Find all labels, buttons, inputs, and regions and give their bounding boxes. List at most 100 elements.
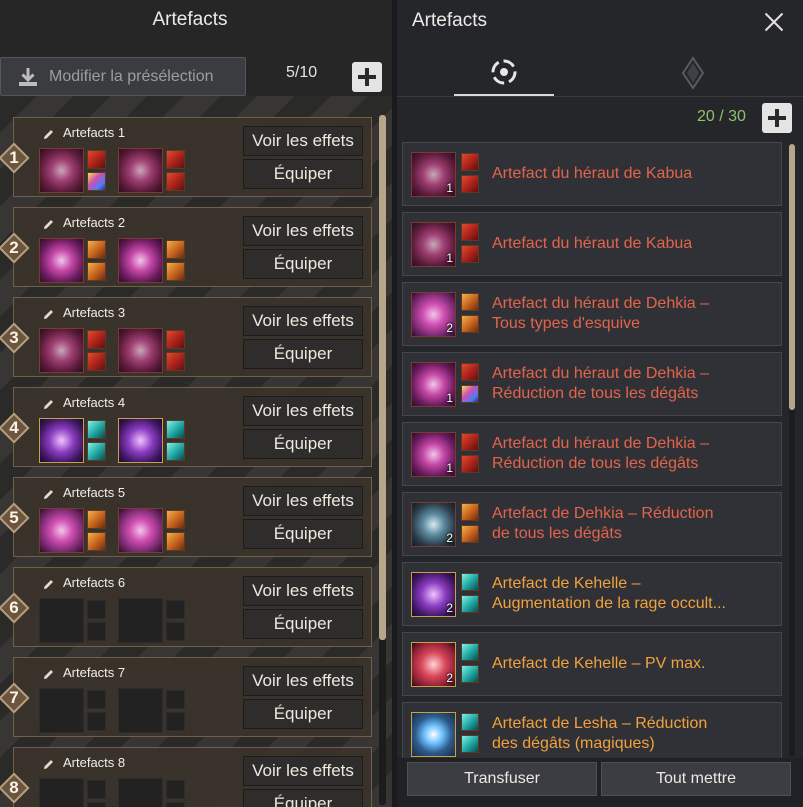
engraving-rainbow-icon[interactable]	[87, 172, 106, 191]
engraving-slot-empty[interactable]	[87, 712, 106, 731]
engraving-slot-empty[interactable]	[166, 690, 185, 709]
artifact-slot-1[interactable]	[39, 238, 84, 283]
equip-button[interactable]: Équiper	[243, 429, 363, 459]
artifact-list-item[interactable]: 1 Artefact du héraut de Dehkia – Réductio…	[402, 422, 782, 486]
view-effects-button[interactable]: Voir les effets	[243, 396, 363, 426]
engraving-teal-icon[interactable]	[166, 420, 185, 439]
engraving-teal-icon[interactable]	[87, 442, 106, 461]
expand-inventory-button[interactable]	[762, 103, 792, 133]
equip-button[interactable]: Équiper	[243, 249, 363, 279]
preset-scrollbar-thumb[interactable]	[379, 115, 386, 640]
preset-row[interactable]: 7 Artefacts 7 Voir les effets Équiper	[0, 657, 372, 737]
artifact-slot-2[interactable]	[118, 508, 163, 553]
engraving-red-icon[interactable]	[87, 352, 106, 371]
pencil-icon[interactable]	[42, 578, 55, 591]
preset-row[interactable]: 6 Artefacts 6 Voir les effets Équiper	[0, 567, 372, 647]
artifact-list-item[interactable]: 2 Artefact de Dehkia – Réduction de tous …	[402, 492, 782, 556]
equip-button[interactable]: Équiper	[243, 519, 363, 549]
preset-row[interactable]: 2 Artefacts 2 Voir les effets Équiper	[0, 207, 372, 287]
artifact-slot-2[interactable]	[118, 598, 163, 643]
equip-button[interactable]: Équiper	[243, 339, 363, 369]
pencil-icon[interactable]	[42, 758, 55, 771]
artifact-slot-1[interactable]	[39, 148, 84, 193]
engraving-orange-icon[interactable]	[166, 262, 185, 281]
artifact-slot-2[interactable]	[118, 778, 163, 807]
equip-button[interactable]: Équiper	[243, 609, 363, 639]
view-effects-button[interactable]: Voir les effets	[243, 126, 363, 156]
view-effects-button[interactable]: Voir les effets	[243, 486, 363, 516]
engraving-orange-icon[interactable]	[166, 240, 185, 259]
engraving-slot-empty[interactable]	[87, 600, 106, 619]
inventory-scrollbar-thumb[interactable]	[789, 144, 795, 410]
view-effects-button[interactable]: Voir les effets	[243, 666, 363, 696]
engraving-orange-icon[interactable]	[166, 510, 185, 529]
artifact-slot-2[interactable]	[118, 328, 163, 373]
pencil-icon[interactable]	[42, 398, 55, 411]
pencil-icon[interactable]	[42, 308, 55, 321]
view-effects-button[interactable]: Voir les effets	[243, 306, 363, 336]
engraving-red-icon[interactable]	[87, 330, 106, 349]
artifact-slot-1[interactable]	[39, 328, 84, 373]
pencil-icon[interactable]	[42, 128, 55, 141]
engraving-slot-empty[interactable]	[166, 802, 185, 807]
pencil-icon[interactable]	[42, 668, 55, 681]
engraving-teal-icon[interactable]	[87, 420, 106, 439]
engraving-teal-icon[interactable]	[166, 442, 185, 461]
equip-button[interactable]: Équiper	[243, 789, 363, 807]
engraving-slot-empty[interactable]	[166, 712, 185, 731]
artifact-list-item[interactable]: 2 Artefact de Kehelle – Augmentation de l…	[402, 562, 782, 626]
tab-diamond[interactable]	[643, 50, 743, 96]
artifact-list-item[interactable]: 2 Artefact du héraut de Dehkia – Tous typ…	[402, 282, 782, 346]
engraving-orange-icon[interactable]	[166, 532, 185, 551]
tab-artifact-ring[interactable]	[454, 50, 554, 96]
artifact-slot-2[interactable]	[118, 688, 163, 733]
engraving-slot-empty[interactable]	[166, 600, 185, 619]
engraving-red-icon[interactable]	[87, 150, 106, 169]
engraving-red-icon[interactable]	[166, 352, 185, 371]
transfuse-button[interactable]: Transfuser	[407, 762, 597, 796]
artifact-slot-1[interactable]	[39, 688, 84, 733]
engraving-orange-icon[interactable]	[87, 510, 106, 529]
close-icon[interactable]	[763, 11, 785, 33]
artifact-list-item[interactable]: 1 Artefact du héraut de Kabua	[402, 142, 782, 206]
engraving-slot-empty[interactable]	[87, 622, 106, 641]
preset-row[interactable]: 4 Artefacts 4 Voir les effets Équiper	[0, 387, 372, 467]
engraving-orange-icon[interactable]	[87, 532, 106, 551]
engraving-slot-empty[interactable]	[87, 780, 106, 799]
engraving-red-icon[interactable]	[166, 172, 185, 191]
preset-row[interactable]: 8 Artefacts 8 Voir les effets Équiper	[0, 747, 372, 807]
artifact-slot-1[interactable]	[39, 508, 84, 553]
artifact-list-item[interactable]: 1 Artefact du héraut de Dehkia – Réductio…	[402, 352, 782, 416]
pencil-icon[interactable]	[42, 488, 55, 501]
modify-preset-button[interactable]: Modifier la présélection	[0, 57, 246, 96]
view-effects-button[interactable]: Voir les effets	[243, 216, 363, 246]
artifact-slot-1[interactable]	[39, 778, 84, 807]
artifact-list-item[interactable]: 2 Artefact de Kehelle – PV max.	[402, 632, 782, 696]
engraving-slot-empty[interactable]	[166, 780, 185, 799]
preset-row[interactable]: 1 Artefacts 1 Voir les effets Équiper	[0, 117, 372, 197]
preset-number-badge: 4	[0, 412, 30, 444]
artifact-slot-1[interactable]	[39, 418, 84, 463]
add-preset-button[interactable]	[352, 62, 382, 92]
equip-button[interactable]: Équiper	[243, 699, 363, 729]
engraving-orange-icon[interactable]	[87, 240, 106, 259]
artifact-list-item[interactable]: Artefact de Lesha – Réduction des dégâts…	[402, 702, 782, 766]
artifact-slot-2[interactable]	[118, 148, 163, 193]
engraving-red-icon[interactable]	[166, 150, 185, 169]
engraving-red-icon[interactable]	[166, 330, 185, 349]
equip-button[interactable]: Équiper	[243, 159, 363, 189]
artifact-slot-2[interactable]	[118, 418, 163, 463]
artifact-list-item[interactable]: 1 Artefact du héraut de Kabua	[402, 212, 782, 276]
engraving-slot-empty[interactable]	[87, 690, 106, 709]
view-effects-button[interactable]: Voir les effets	[243, 756, 363, 786]
engraving-orange-icon[interactable]	[87, 262, 106, 281]
pencil-icon[interactable]	[42, 218, 55, 231]
engraving-slot-empty[interactable]	[87, 802, 106, 807]
preset-row[interactable]: 3 Artefacts 3 Voir les effets Équiper	[0, 297, 372, 377]
artifact-slot-1[interactable]	[39, 598, 84, 643]
engraving-slot-empty[interactable]	[166, 622, 185, 641]
artifact-slot-2[interactable]	[118, 238, 163, 283]
view-effects-button[interactable]: Voir les effets	[243, 576, 363, 606]
put-all-button[interactable]: Tout mettre	[601, 762, 791, 796]
preset-row[interactable]: 5 Artefacts 5 Voir les effets Équiper	[0, 477, 372, 557]
